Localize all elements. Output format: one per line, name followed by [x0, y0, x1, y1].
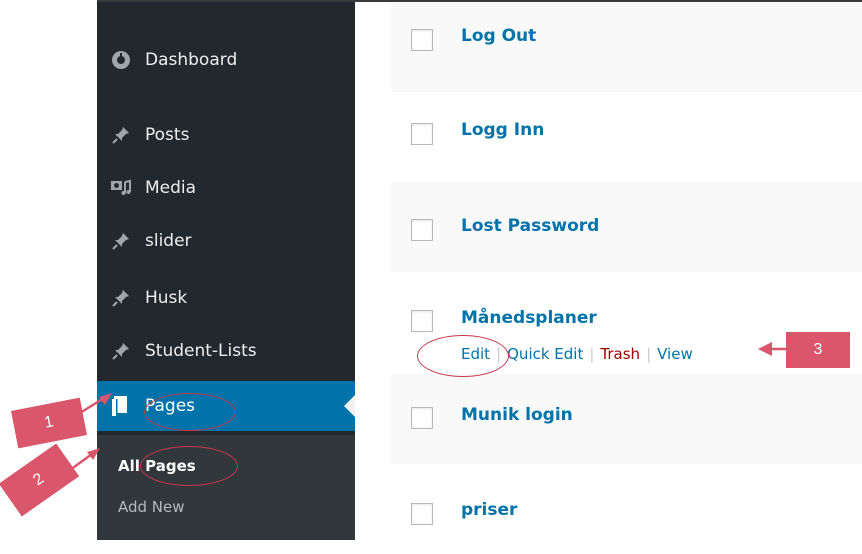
sidebar-item-label: Dashboard: [145, 50, 238, 70]
pushpin-icon: [110, 230, 132, 252]
pushpin-icon: [110, 340, 132, 362]
quick-edit-link[interactable]: Quick Edit: [507, 345, 583, 363]
row-checkbox[interactable]: [411, 123, 433, 145]
view-link[interactable]: View: [657, 345, 693, 363]
pushpin-icon: [110, 287, 132, 309]
page-title-link[interactable]: Lost Password: [461, 216, 599, 236]
table-row: priser: [391, 464, 862, 554]
table-row: Lost Password: [391, 182, 862, 272]
highlight-edit: [417, 335, 509, 377]
sidebar-item-media[interactable]: Media: [97, 163, 355, 213]
sidebar-item-student-lists[interactable]: Student-Lists: [97, 326, 355, 376]
sidebar-item-label: slider: [145, 231, 192, 251]
sidebar-item-label: Media: [145, 178, 197, 198]
row-checkbox[interactable]: [411, 219, 433, 241]
trash-link[interactable]: Trash: [600, 345, 640, 363]
highlight-all-pages: [140, 446, 238, 486]
page-title-link[interactable]: Månedsplaner: [461, 308, 597, 328]
sidebar-item-label: Husk: [145, 288, 188, 308]
row-checkbox[interactable]: [411, 407, 433, 429]
action-separator: |: [646, 345, 652, 363]
row-checkbox[interactable]: [411, 310, 433, 332]
dashboard-icon: [110, 49, 132, 71]
sidebar-item-dashboard[interactable]: Dashboard: [97, 35, 355, 85]
pages-list: Log Out Logg Inn Lost Password Månedspla…: [391, 2, 862, 540]
sidebar-item-label: Student-Lists: [145, 341, 257, 361]
page-title-link[interactable]: Munik login: [461, 405, 573, 425]
media-icon: [110, 177, 132, 199]
annotation-badge-3: 3: [786, 332, 850, 368]
sidebar-item-slider[interactable]: slider: [97, 216, 355, 266]
action-separator: |: [589, 345, 595, 363]
sidebar-item-husk[interactable]: Husk: [97, 273, 355, 323]
page-title-link[interactable]: priser: [461, 500, 517, 520]
page-title-link[interactable]: Logg Inn: [461, 120, 544, 140]
submenu-add-new[interactable]: Add New: [118, 498, 185, 516]
highlight-pages: [144, 393, 236, 431]
table-row: Munik login: [391, 374, 862, 464]
sidebar-item-label: Posts: [145, 125, 190, 145]
table-row: Logg Inn: [391, 92, 862, 182]
pages-submenu: All Pages Add New: [97, 435, 355, 540]
annotation-badge-1: 1: [11, 397, 87, 449]
active-menu-caret: [344, 395, 355, 417]
pages-icon: [110, 395, 132, 417]
sidebar-item-posts[interactable]: Posts: [97, 110, 355, 160]
page-title-link[interactable]: Log Out: [461, 26, 536, 46]
annotation-badge-2: 2: [0, 443, 80, 517]
row-checkbox[interactable]: [411, 503, 433, 525]
row-checkbox[interactable]: [411, 29, 433, 51]
pushpin-icon: [110, 124, 132, 146]
table-row: Log Out: [391, 2, 862, 92]
